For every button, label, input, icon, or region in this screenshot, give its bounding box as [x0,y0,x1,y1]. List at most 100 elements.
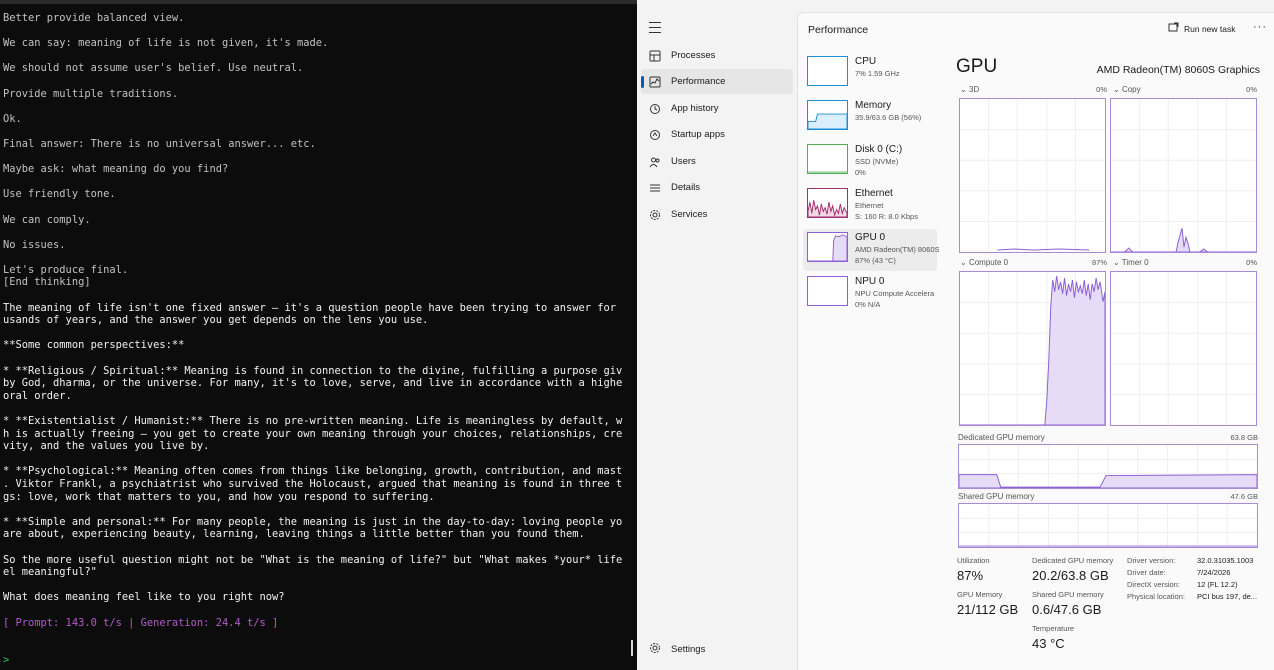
resource-thumbnail-graph [807,188,848,218]
sidebar-item-label: Startup apps [671,129,725,140]
terminal-line: We should not assume user's belief. Use … [3,62,304,75]
graph-pct-timer: 0% [1246,258,1257,267]
hamburger-menu-icon[interactable] [649,22,661,33]
sidebar-item-services[interactable]: Services [641,202,793,227]
resource-subtitle: 0% [855,167,866,177]
shared-memory-max: 47.6 GB [1230,492,1258,501]
utilization-value: 87% [957,568,984,583]
sidebar-item-details[interactable]: Details [641,175,793,200]
graph-3d [959,98,1106,253]
sidebar-item-users[interactable]: Users [641,149,793,174]
resource-item-memory[interactable]: Memory 35.9/63.6 GB (56%) [803,97,937,139]
terminal-line: gs: love, work that matters to you, and … [3,490,435,503]
terminal-line: by God, dharma, or the universe. For man… [3,377,623,390]
app-history-icon [649,103,661,115]
sidebar-item-performance[interactable]: Performance [641,69,793,94]
driver-info-key: Driver date: [1127,568,1166,577]
resource-title: Memory [855,100,892,111]
driver-info-value: 12 (FL 12.2) [1197,580,1238,589]
run-new-task-button[interactable]: Run new task [1168,22,1236,35]
terminal-line: Maybe ask: what meaning do you find? [3,163,229,176]
driver-info-key: DirectX version: [1127,580,1180,589]
terminal-line: * **Existentialist / Humanist:** There i… [3,415,623,427]
terminal-line: el meaningful?" [3,566,97,579]
gpu-memory-label: GPU Memory [957,590,1003,599]
resource-subtitle: 87% (43 °C) [855,255,896,265]
resource-title: GPU 0 [855,232,886,243]
resource-item-ethernet[interactable]: Ethernet Ethernet S: 160 R: 8.0 Kbps [803,185,937,227]
details-icon [649,182,661,194]
graph-pct-copy: 0% [1246,85,1257,94]
terminal-line: We can comply. [3,213,91,226]
terminal-line: are about, experiencing beauty, learning… [3,528,585,541]
terminal-window[interactable]: Better provide balanced view. We can say:… [0,0,637,670]
services-icon [649,209,661,221]
sidebar-item-processes[interactable]: Processes [641,43,793,68]
dedicated-memory-stat-value: 20.2/63.8 GB [1032,568,1109,583]
utilization-label: Utilization [957,556,990,565]
more-options-button[interactable]: ··· [1253,21,1267,33]
resource-thumbnail-graph [807,144,848,174]
sidebar-item-label: App history [671,103,719,114]
resource-subtitle: AMD Radeon(TM) 8060S [855,245,939,254]
terminal-line: So the more useful question might not be… [3,553,623,566]
terminal-line: Final answer: There is no universal answ… [3,137,316,150]
terminal-line: [ Prompt: 143.0 t/s | Generation: 24.4 t… [3,616,279,629]
resource-item-npu-0[interactable]: NPU 0 NPU Compute Accelera 0% N/A [803,273,937,315]
shared-memory-plot [959,504,1257,547]
users-icon [649,156,661,168]
terminal-line: Ok. [3,112,22,125]
resource-subtitle: 0% N/A [855,299,881,309]
resource-title: Disk 0 (C:) [855,144,903,155]
graph-pct-3d: 0% [1096,85,1107,94]
resource-subtitle: SSD (NVMe) [855,157,899,166]
terminal-line: Use friendly tone. [3,188,116,201]
terminal-line: **Some common perspectives:** [3,339,185,352]
graph-compute [959,271,1106,426]
graph-label-3d: ⌄ 3D [960,85,980,94]
resource-subtitle: S: 160 R: 8.0 Kbps [855,211,918,221]
terminal-line: Let's produce final. [3,263,129,276]
settings-button[interactable]: Settings [649,642,705,657]
graph-label-compute: ⌄ Compute 0 [960,258,1009,267]
terminal-line: oral order. [3,389,72,402]
graph-label-copy: ⌄ Copy [1113,85,1141,94]
resource-title: NPU 0 [855,276,885,287]
terminal-output: Better provide balanced view. We can say:… [3,12,623,667]
graph-label-timer: ⌄ Timer 0 [1113,258,1149,267]
resource-item-disk-0-c[interactable]: Disk 0 (C:) SSD (NVMe) 0% [803,141,937,183]
sidebar-item-app-history[interactable]: App history [641,96,793,121]
gpu-model-name: AMD Radeon(TM) 8060S Graphics [1096,64,1260,76]
resource-thumbnail-graph [807,232,848,262]
resource-item-gpu-0[interactable]: GPU 0 AMD Radeon(TM) 8060S 87% (43 °C) [803,229,939,271]
resource-title: Ethernet [855,188,893,199]
resource-item-cpu[interactable]: CPU 7% 1.59 GHz [803,53,937,95]
terminal-line: h is actually freeing — you get to creat… [3,427,623,440]
resource-subtitle: NPU Compute Accelera [855,289,935,298]
resource-thumbnail-graph [807,56,848,86]
terminal-line: * **Psychological:** Meaning often comes… [3,465,623,478]
run-task-label: Run new task [1184,23,1236,34]
temperature-value: 43 °C [1032,636,1065,651]
processes-icon [649,50,661,62]
shared-memory-stat-value: 0.6/47.6 GB [1032,602,1102,617]
sidebar-item-startup-apps[interactable]: Startup apps [641,122,793,147]
performance-icon [649,76,661,88]
graph-timer-plot [1111,272,1256,425]
startup-apps-icon [649,129,661,141]
graph-3d-plot [960,99,1105,252]
gear-icon [649,642,661,657]
